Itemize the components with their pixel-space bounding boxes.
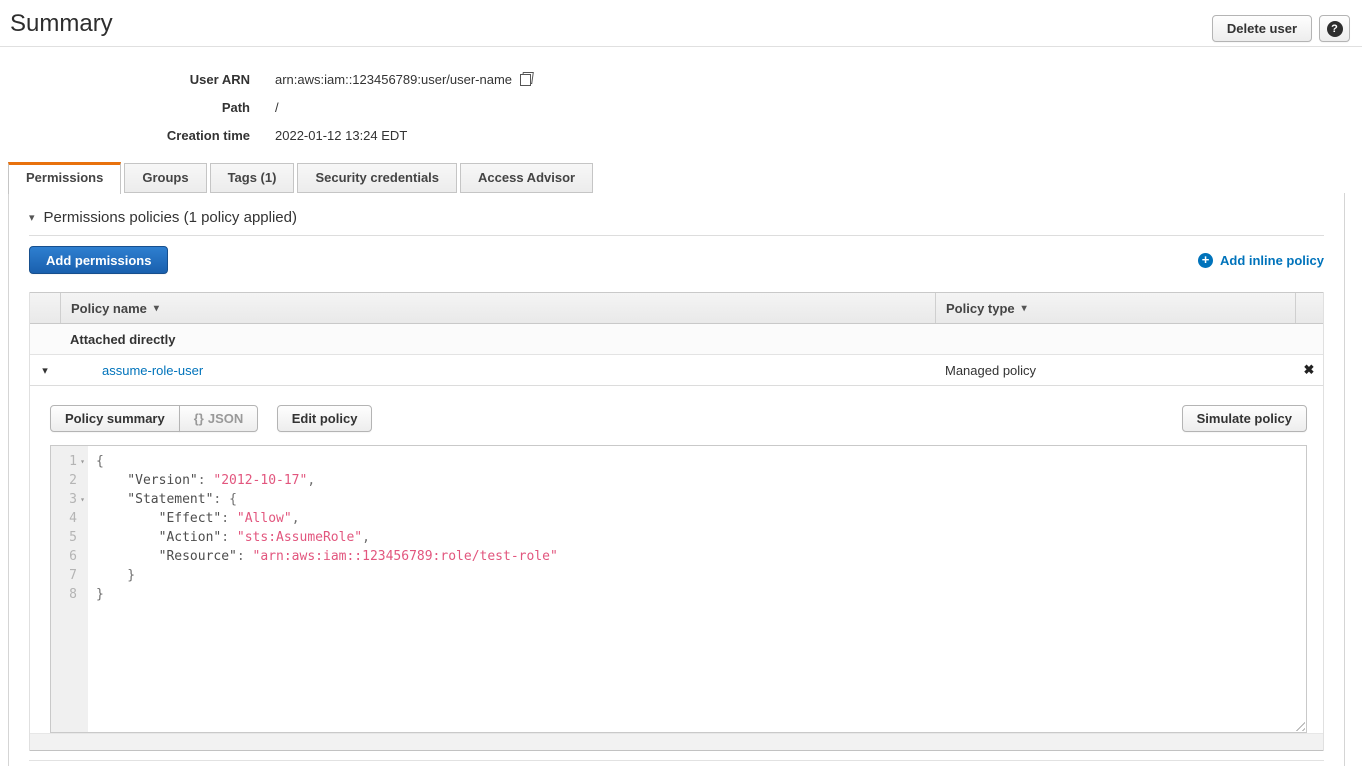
sort-caret-icon: ▾: [154, 303, 159, 314]
fold-caret-icon[interactable]: ▾: [77, 495, 88, 504]
path-label: Path: [10, 100, 250, 115]
add-inline-policy-link[interactable]: + Add inline policy: [1198, 253, 1324, 268]
json-code-editor[interactable]: 1▾ 2 3▾ 4 5 6 7 8 { "Version": "2012-10-…: [50, 445, 1307, 733]
code-line: "Version": "2012-10-17",: [96, 471, 1306, 490]
permissions-tab-panel: ▾ Permissions policies (1 policy applied…: [8, 193, 1345, 766]
policy-view-buttons: Policy summary {} JSON Edit policy: [50, 405, 372, 432]
section-divider: [29, 235, 1324, 236]
view-segmented-group: Policy summary {} JSON: [50, 405, 258, 432]
creation-time-label: Creation time: [10, 128, 250, 143]
attached-directly-group-row: Attached directly: [30, 324, 1323, 355]
detail-row-user-arn: User ARN arn:aws:iam::123456789:user/use…: [10, 65, 1362, 93]
policies-toolbar: Add permissions + Add inline policy: [29, 246, 1324, 274]
collapse-caret-icon: ▾: [29, 211, 35, 224]
policy-name-link[interactable]: assume-role-user: [60, 363, 935, 378]
braces-icon: {}: [194, 411, 204, 426]
section-bottom-divider: [29, 760, 1324, 761]
code-line: {: [96, 452, 1306, 471]
help-icon: ?: [1327, 21, 1343, 37]
policy-table-header: Policy name ▾ Policy type ▾: [30, 292, 1323, 324]
detach-policy-icon[interactable]: ✖: [1295, 362, 1323, 378]
permissions-policies-title: Permissions policies (1 policy applied): [44, 209, 297, 226]
path-value: /: [275, 100, 279, 115]
editor-code-area: { "Version": "2012-10-17", "Statement": …: [88, 446, 1306, 732]
editor-gutter: 1▾ 2 3▾ 4 5 6 7 8: [51, 446, 88, 732]
tab-security-credentials[interactable]: Security credentials: [297, 163, 457, 193]
page-header: Summary Delete user ?: [0, 0, 1362, 47]
user-arn-label: User ARN: [10, 72, 250, 87]
delete-user-button[interactable]: Delete user: [1212, 15, 1312, 42]
tab-groups[interactable]: Groups: [124, 163, 206, 193]
table-footer-strip: [30, 733, 1323, 751]
policy-row: ▾ assume-role-user Managed policy ✖: [30, 355, 1323, 386]
edit-policy-button[interactable]: Edit policy: [277, 405, 373, 432]
user-arn-value: arn:aws:iam::123456789:user/user-name: [275, 72, 533, 87]
creation-time-value: 2022-01-12 13:24 EDT: [275, 128, 407, 143]
code-line: "Action": "sts:AssumeRole",: [96, 528, 1306, 547]
policy-type-column-header[interactable]: Policy type ▾: [935, 293, 1295, 323]
policy-summary-button[interactable]: Policy summary: [50, 405, 180, 432]
code-line: }: [96, 585, 1306, 604]
user-details: User ARN arn:aws:iam::123456789:user/use…: [0, 47, 1362, 149]
tab-permissions[interactable]: Permissions: [8, 162, 121, 194]
tab-tags[interactable]: Tags (1): [210, 163, 295, 193]
policy-detail-expanded: Policy summary {} JSON Edit policy Simul…: [30, 386, 1323, 733]
json-view-button[interactable]: {} JSON: [179, 405, 259, 432]
help-button[interactable]: ?: [1319, 15, 1350, 42]
sort-caret-icon: ▾: [1022, 303, 1027, 314]
tab-access-advisor[interactable]: Access Advisor: [460, 163, 593, 193]
simulate-policy-button[interactable]: Simulate policy: [1182, 405, 1307, 432]
expander-column-header: [30, 293, 60, 323]
header-actions: Delete user ?: [1212, 15, 1350, 42]
code-line: }: [96, 566, 1306, 585]
code-line: "Resource": "arn:aws:iam::123456789:role…: [96, 547, 1306, 566]
detail-row-path: Path /: [10, 93, 1362, 121]
permissions-policies-section-header[interactable]: ▾ Permissions policies (1 policy applied…: [9, 193, 1344, 226]
policy-name-column-header[interactable]: Policy name ▾: [60, 293, 935, 323]
fold-caret-icon[interactable]: ▾: [77, 457, 88, 466]
actions-column-header: [1295, 293, 1323, 323]
code-line: "Effect": "Allow",: [96, 509, 1306, 528]
detail-row-creation-time: Creation time 2022-01-12 13:24 EDT: [10, 121, 1362, 149]
row-expander-caret-icon[interactable]: ▾: [30, 364, 60, 377]
copy-icon[interactable]: [520, 72, 533, 86]
page-title: Summary: [10, 10, 113, 38]
plus-circle-icon: +: [1198, 253, 1213, 268]
code-line: "Statement": {: [96, 490, 1306, 509]
policy-type-value: Managed policy: [935, 363, 1295, 378]
tab-bar: Permissions Groups Tags (1) Security cre…: [8, 162, 1345, 193]
add-permissions-button[interactable]: Add permissions: [29, 246, 168, 274]
policy-table: Policy name ▾ Policy type ▾ Attached dir…: [29, 292, 1324, 751]
policy-detail-toolbar: Policy summary {} JSON Edit policy Simul…: [50, 405, 1307, 432]
